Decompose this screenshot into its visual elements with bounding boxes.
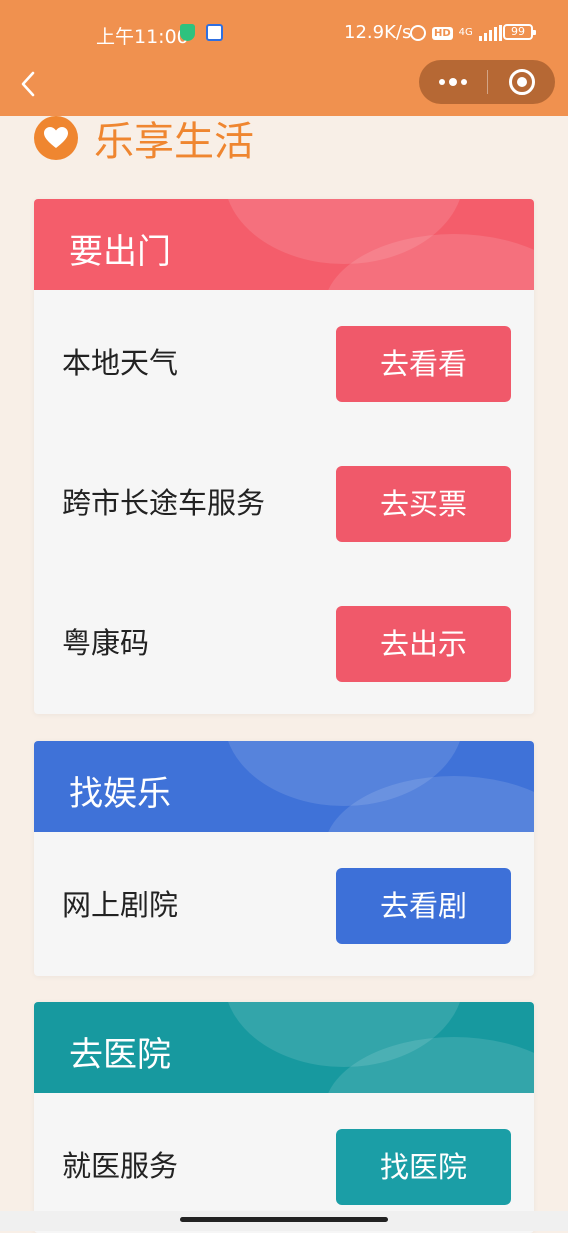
section-card-hospital: 去医院 就医服务 找医院 bbox=[34, 1002, 534, 1233]
page-header: 乐享生活 bbox=[34, 114, 254, 165]
section-card-travel: 要出门 本地天气 去看看 跨市长途车服务 去买票 粤康码 去出示 bbox=[34, 199, 534, 714]
more-dot-icon bbox=[439, 79, 445, 85]
home-indicator[interactable] bbox=[180, 1217, 388, 1222]
section-header: 去医院 bbox=[34, 1002, 534, 1093]
section-card-entertainment: 找娱乐 网上剧院 去看剧 bbox=[34, 741, 534, 976]
status-bar: 上午11:00 12.9K/s HD 4G 99 bbox=[0, 0, 568, 64]
network-speed: 12.9K/s bbox=[344, 22, 412, 43]
app-notification-icon bbox=[206, 24, 223, 41]
nav-bar bbox=[0, 60, 568, 116]
show-health-code-button[interactable]: 去出示 bbox=[336, 606, 511, 682]
hd-badge: HD bbox=[432, 26, 453, 40]
section-title: 找娱乐 bbox=[69, 774, 171, 814]
list-item: 跨市长途车服务 去买票 bbox=[34, 430, 534, 570]
network-type: 4G bbox=[458, 27, 473, 38]
status-icons: HD 4G bbox=[410, 22, 502, 44]
back-button[interactable] bbox=[20, 70, 36, 104]
alarm-clock-icon bbox=[410, 25, 426, 41]
section-title: 要出门 bbox=[69, 232, 171, 272]
buy-ticket-button[interactable]: 去买票 bbox=[336, 466, 511, 542]
chevron-left-icon bbox=[21, 71, 35, 97]
more-options-button[interactable] bbox=[419, 60, 487, 104]
item-label: 就医服务 bbox=[62, 1149, 179, 1183]
weather-button[interactable]: 去看看 bbox=[336, 326, 511, 402]
more-dot-icon bbox=[461, 79, 467, 85]
item-label: 网上剧院 bbox=[62, 888, 179, 922]
section-title: 去医院 bbox=[69, 1035, 171, 1075]
more-dot-icon bbox=[449, 78, 457, 86]
watch-show-button[interactable]: 去看剧 bbox=[336, 868, 511, 944]
security-shield-icon bbox=[180, 24, 195, 41]
signal-bars-icon bbox=[478, 25, 502, 41]
list-item: 网上剧院 去看剧 bbox=[34, 832, 534, 976]
page-title: 乐享生活 bbox=[94, 119, 254, 165]
section-header: 找娱乐 bbox=[34, 741, 534, 832]
close-mini-program-button[interactable] bbox=[509, 69, 535, 95]
gesture-bar bbox=[0, 1211, 568, 1231]
item-label: 跨市长途车服务 bbox=[62, 486, 266, 520]
mini-program-capsule bbox=[419, 60, 555, 104]
heart-icon bbox=[34, 116, 78, 160]
battery-icon: 99 bbox=[503, 24, 536, 40]
list-item: 粤康码 去出示 bbox=[34, 570, 534, 714]
capsule-divider bbox=[487, 70, 488, 94]
list-item: 本地天气 去看看 bbox=[34, 290, 534, 430]
section-header: 要出门 bbox=[34, 199, 534, 290]
find-hospital-button[interactable]: 找医院 bbox=[336, 1129, 511, 1205]
status-time: 上午11:00 bbox=[96, 26, 189, 48]
item-label: 粤康码 bbox=[62, 626, 150, 660]
item-label: 本地天气 bbox=[62, 346, 179, 380]
